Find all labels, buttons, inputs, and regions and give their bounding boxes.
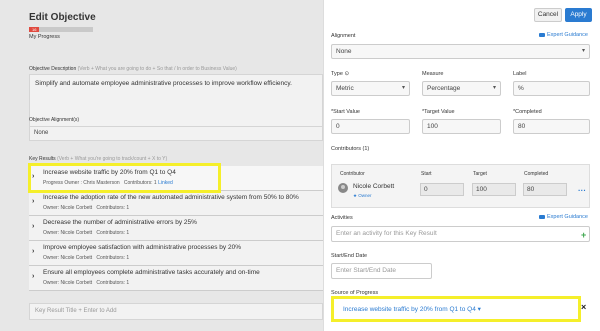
col-contributor: Contributor: [340, 171, 365, 177]
close-icon[interactable]: ×: [581, 302, 586, 312]
highlight-box: [28, 163, 221, 193]
contributor-start-input[interactable]: 0: [420, 183, 464, 196]
key-result-title: Improve employee satisfaction with admin…: [43, 244, 241, 251]
chevron-right-icon[interactable]: ›: [32, 248, 34, 255]
progress-fill: 16: [29, 27, 40, 32]
alignment-label: Objective Alignment(s): [29, 117, 80, 123]
contributor-target-input[interactable]: 100: [472, 183, 516, 196]
key-result-row[interactable]: › Improve employee satisfaction with adm…: [29, 241, 323, 266]
cancel-button[interactable]: Cancel: [534, 8, 562, 22]
alignment-label: Alignment: [331, 33, 356, 39]
key-result-owner: Owner: Nicole Corbett Contributors: 1: [43, 205, 130, 211]
measure-select[interactable]: Percentage ▾: [422, 81, 501, 96]
contributors-label: Contributors (1): [331, 146, 370, 152]
add-key-result-input[interactable]: Key Result Title + Enter to Add: [29, 303, 323, 320]
contributor-completed-input[interactable]: 80: [523, 183, 567, 196]
measure-label: Measure: [422, 71, 444, 77]
more-options-icon[interactable]: ···: [578, 186, 586, 195]
key-result-title: Decrease the number of administrative er…: [43, 219, 197, 226]
key-result-owner: Owner: Nicole Corbett Contributors: 1: [43, 280, 130, 286]
caret-down-icon: ▾: [581, 48, 585, 54]
col-completed: Completed: [524, 171, 549, 177]
chevron-right-icon[interactable]: ›: [32, 198, 34, 205]
key-result-row[interactable]: › Ensure all employees complete administ…: [29, 266, 323, 291]
key-results-label: Key Results (Verb + What you're going to…: [29, 156, 168, 162]
description-label: Objective Description (Verb + What you a…: [29, 66, 237, 72]
type-label: Type ⊙: [331, 71, 350, 77]
page-title: Edit Objective: [29, 12, 96, 23]
chevron-right-icon[interactable]: ›: [32, 223, 34, 230]
description-textarea[interactable]: Simplify and automate employee administr…: [29, 74, 323, 133]
expert-guidance-link[interactable]: Expert Guidance: [539, 214, 588, 220]
start-value-input[interactable]: 0: [331, 119, 410, 134]
col-target: Target: [473, 171, 487, 177]
start-value-label: *Start Value: [331, 109, 360, 115]
date-label: Start/End Date: [331, 253, 368, 259]
target-value-input[interactable]: 100: [422, 119, 501, 134]
apply-button[interactable]: Apply: [565, 8, 592, 22]
key-result-owner: Owner: Nicole Corbett Contributors: 1: [43, 230, 130, 236]
label-label: Label: [513, 71, 527, 77]
progress-bar: 16: [29, 27, 93, 32]
source-select[interactable]: Increase website traffic by 20% from Q1 …: [343, 305, 481, 313]
chevron-right-icon[interactable]: ›: [32, 273, 34, 280]
caret-down-icon: ▾: [492, 85, 496, 91]
expert-guidance-link[interactable]: Expert Guidance: [539, 32, 588, 38]
activity-input[interactable]: Enter an activity for this Key Result: [331, 226, 590, 242]
date-input[interactable]: Enter Start/End Date: [331, 263, 432, 279]
label-input[interactable]: %: [513, 81, 590, 96]
video-icon: [539, 214, 545, 219]
info-icon: ⊙: [344, 71, 350, 77]
target-value-label: *Target Value: [422, 109, 455, 115]
caret-down-icon: ▾: [401, 85, 405, 91]
key-result-title: Increase the adoption rate of the new au…: [43, 194, 299, 201]
type-select[interactable]: Metric ▾: [331, 81, 410, 96]
alignment-select[interactable]: None ▾: [331, 44, 590, 59]
key-result-row[interactable]: › Decrease the number of administrative …: [29, 216, 323, 241]
activities-label: Activities: [331, 215, 353, 221]
col-start: Start: [421, 171, 432, 177]
owner-badge: ★ Owner: [353, 193, 372, 198]
my-progress-label: My Progress: [29, 34, 60, 40]
completed-input[interactable]: 80: [513, 119, 590, 134]
key-result-title: Ensure all employees complete administra…: [43, 269, 260, 276]
contributor-name: Nicole Corbett: [353, 183, 395, 190]
completed-label: *Completed: [513, 109, 542, 115]
key-result-row[interactable]: › Increase the adoption rate of the new …: [29, 191, 323, 216]
video-icon: [539, 32, 545, 37]
key-result-owner: Owner: Nicole Corbett Contributors: 1: [43, 255, 130, 261]
alignment-field[interactable]: None: [29, 126, 323, 141]
plus-icon[interactable]: +: [581, 230, 586, 240]
avatar: [338, 183, 348, 193]
